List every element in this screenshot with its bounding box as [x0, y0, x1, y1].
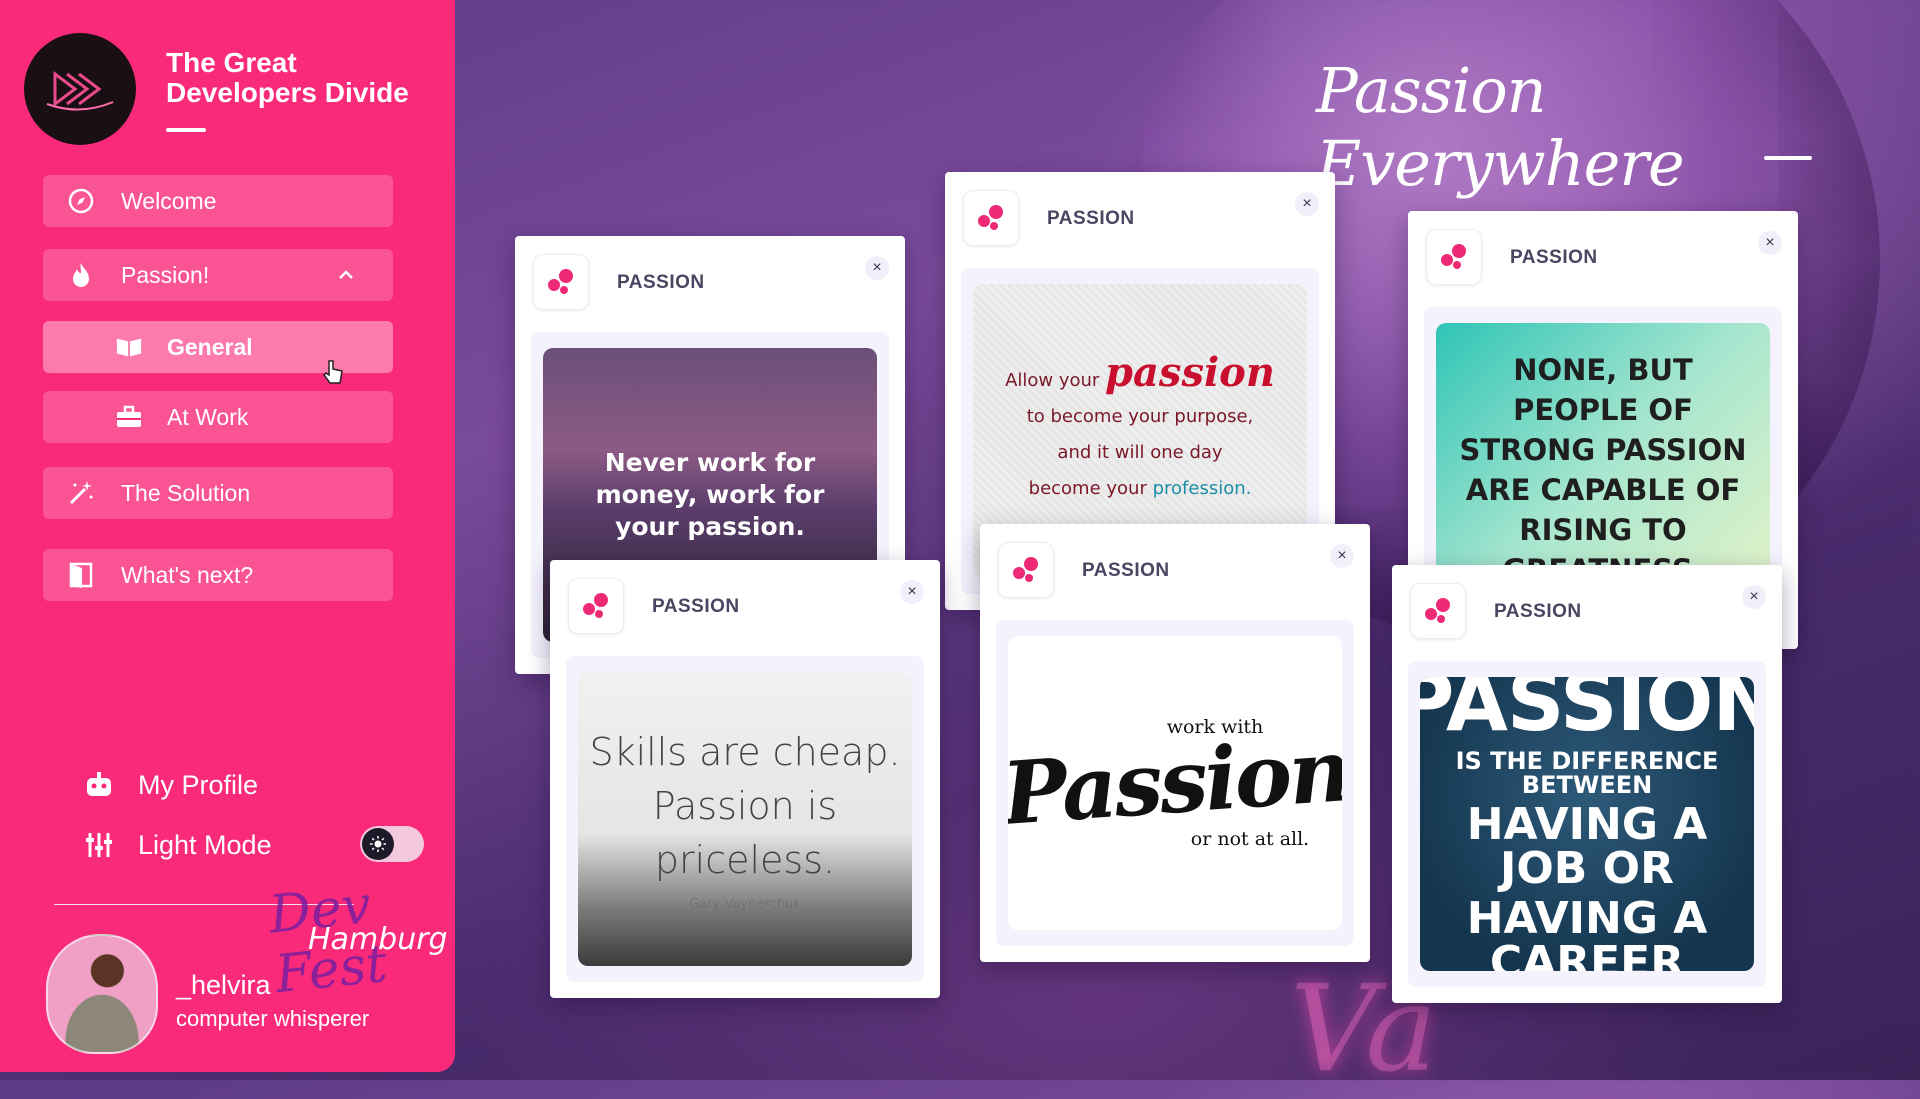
nav-item-the-solution[interactable]: The Solution [43, 467, 393, 519]
quote-text-e: profession. [1152, 478, 1252, 499]
card-label: PASSION [617, 272, 705, 293]
nav-item-welcome-label: Welcome [121, 187, 217, 214]
quote-text-big: passion [1105, 349, 1275, 396]
magic-wand-icon [67, 479, 95, 507]
card-header: PASSION × [980, 524, 1370, 604]
my-profile-label: My Profile [138, 769, 259, 800]
light-mode-row: Light Mode [82, 828, 272, 862]
quote-author: Gary Vaynerchuk [689, 897, 801, 912]
nav-item-at-work-label: At Work [167, 403, 249, 430]
page-title: Passion Everywhere [1316, 54, 1685, 200]
quote-image: work with Passion or not at all. [1008, 636, 1342, 930]
toggle-knob [362, 828, 394, 860]
chevron-up-icon[interactable] [337, 263, 355, 290]
quote-text-a: Allow your [1005, 370, 1100, 391]
quote-text-b: to become your purpose, [1026, 406, 1254, 427]
briefcase-icon [115, 403, 143, 431]
nav-item-welcome[interactable]: Welcome [43, 175, 393, 227]
logo-icon [46, 71, 114, 111]
flame-icon [67, 261, 95, 289]
app-logo [24, 33, 136, 145]
card-body: work with Passion or not at all. [996, 620, 1354, 946]
bubbles-icon [998, 542, 1054, 598]
card-label: PASSION [1047, 208, 1135, 229]
card-header: PASSION × [515, 236, 905, 316]
user-name: _helvira [176, 970, 271, 1000]
robot-icon [82, 768, 116, 802]
quote-image: PASSION IS THE DIFFERENCE BETWEEN HAVING… [1420, 677, 1754, 971]
close-icon[interactable]: × [900, 580, 924, 604]
close-icon[interactable]: × [1295, 192, 1319, 216]
close-icon[interactable]: × [1742, 585, 1766, 609]
nav-item-general[interactable]: General [43, 321, 393, 384]
card-label: PASSION [1494, 601, 1582, 622]
quote-text: Never work for money, work for your pass… [595, 448, 825, 541]
close-icon[interactable]: × [865, 256, 889, 280]
card-header: PASSION × [945, 172, 1335, 252]
sidebar: The Great Developers Divide Welcome Pass… [0, 0, 455, 1072]
card-label: PASSION [1082, 560, 1170, 581]
card-body: PASSION IS THE DIFFERENCE BETWEEN HAVING… [1408, 661, 1766, 987]
compass-icon [67, 187, 95, 215]
title-underline [1764, 156, 1812, 160]
bubbles-icon [963, 190, 1019, 246]
quote-text-big: Passion [1008, 720, 1342, 845]
nav-item-whats-next-label: What's next? [121, 561, 254, 588]
quote-text-big: PASSION [1420, 677, 1754, 749]
bubbles-icon [533, 254, 589, 310]
event-logo-line2: Hamburg [308, 922, 448, 957]
sun-icon [370, 836, 386, 852]
quote-text-d: become your [1028, 478, 1147, 499]
bubbles-icon [1426, 229, 1482, 285]
quote-text: NONE, BUT PEOPLE OF STRONG PASSION ARE C… [1459, 353, 1747, 587]
card-header: PASSION × [1392, 565, 1782, 645]
quote-image: Skills are cheap. Passion is priceless. … [578, 672, 912, 966]
quote-line: become your profession. [1029, 471, 1252, 507]
quote-text-a: Skills are cheap. [589, 730, 901, 774]
quote-card-5: PASSION × work with Passion or not at al… [980, 524, 1370, 962]
avatar[interactable] [46, 934, 158, 1054]
card-label: PASSION [652, 596, 740, 617]
quote-card-4: PASSION × Skills are cheap. Passion is p… [550, 560, 940, 998]
quote-text-c: and it will one day [1057, 442, 1223, 463]
mouse-pointer-icon [323, 359, 345, 391]
close-icon[interactable]: × [1758, 231, 1782, 255]
sliders-icon [82, 828, 116, 862]
brand-title: The Great Developers Divide [166, 47, 409, 108]
door-icon [67, 561, 95, 589]
card-header: PASSION × [1408, 211, 1798, 291]
quote-text-b: HAVING A JOB OR [1466, 799, 1708, 894]
close-icon[interactable]: × [1330, 544, 1354, 568]
quote-text-c: HAVING A CAREER [1466, 893, 1708, 972]
quote-text-b: or not at all. [1190, 828, 1310, 850]
card-body: Skills are cheap. Passion is priceless. … [566, 656, 924, 982]
quote-card-6: PASSION × PASSION IS THE DIFFERENCE BETW… [1392, 565, 1782, 1003]
brand-underline [166, 128, 206, 132]
light-mode-label: Light Mode [138, 829, 272, 860]
nav-item-general-label: General [167, 333, 253, 360]
user-role: computer whisperer [176, 1006, 370, 1031]
nav-item-at-work[interactable]: At Work [43, 391, 393, 443]
nav-item-passion[interactable]: Passion! [43, 249, 393, 301]
quote-line: Allow your passion [1005, 353, 1275, 399]
my-profile-link[interactable]: My Profile [82, 768, 258, 802]
nav-item-passion-label: Passion! [121, 261, 210, 288]
nav-item-whats-next[interactable]: What's next? [43, 549, 393, 601]
card-label: PASSION [1510, 247, 1598, 268]
card-header: PASSION × [550, 560, 940, 640]
book-open-icon [115, 333, 143, 361]
quote-text-a: IS THE DIFFERENCE BETWEEN [1455, 747, 1719, 799]
bubbles-icon [568, 578, 624, 634]
nav-item-the-solution-label: The Solution [121, 479, 251, 506]
light-mode-toggle[interactable] [360, 826, 424, 862]
bubbles-icon [1410, 583, 1466, 639]
quote-text-b: Passion is priceless. [652, 784, 838, 882]
